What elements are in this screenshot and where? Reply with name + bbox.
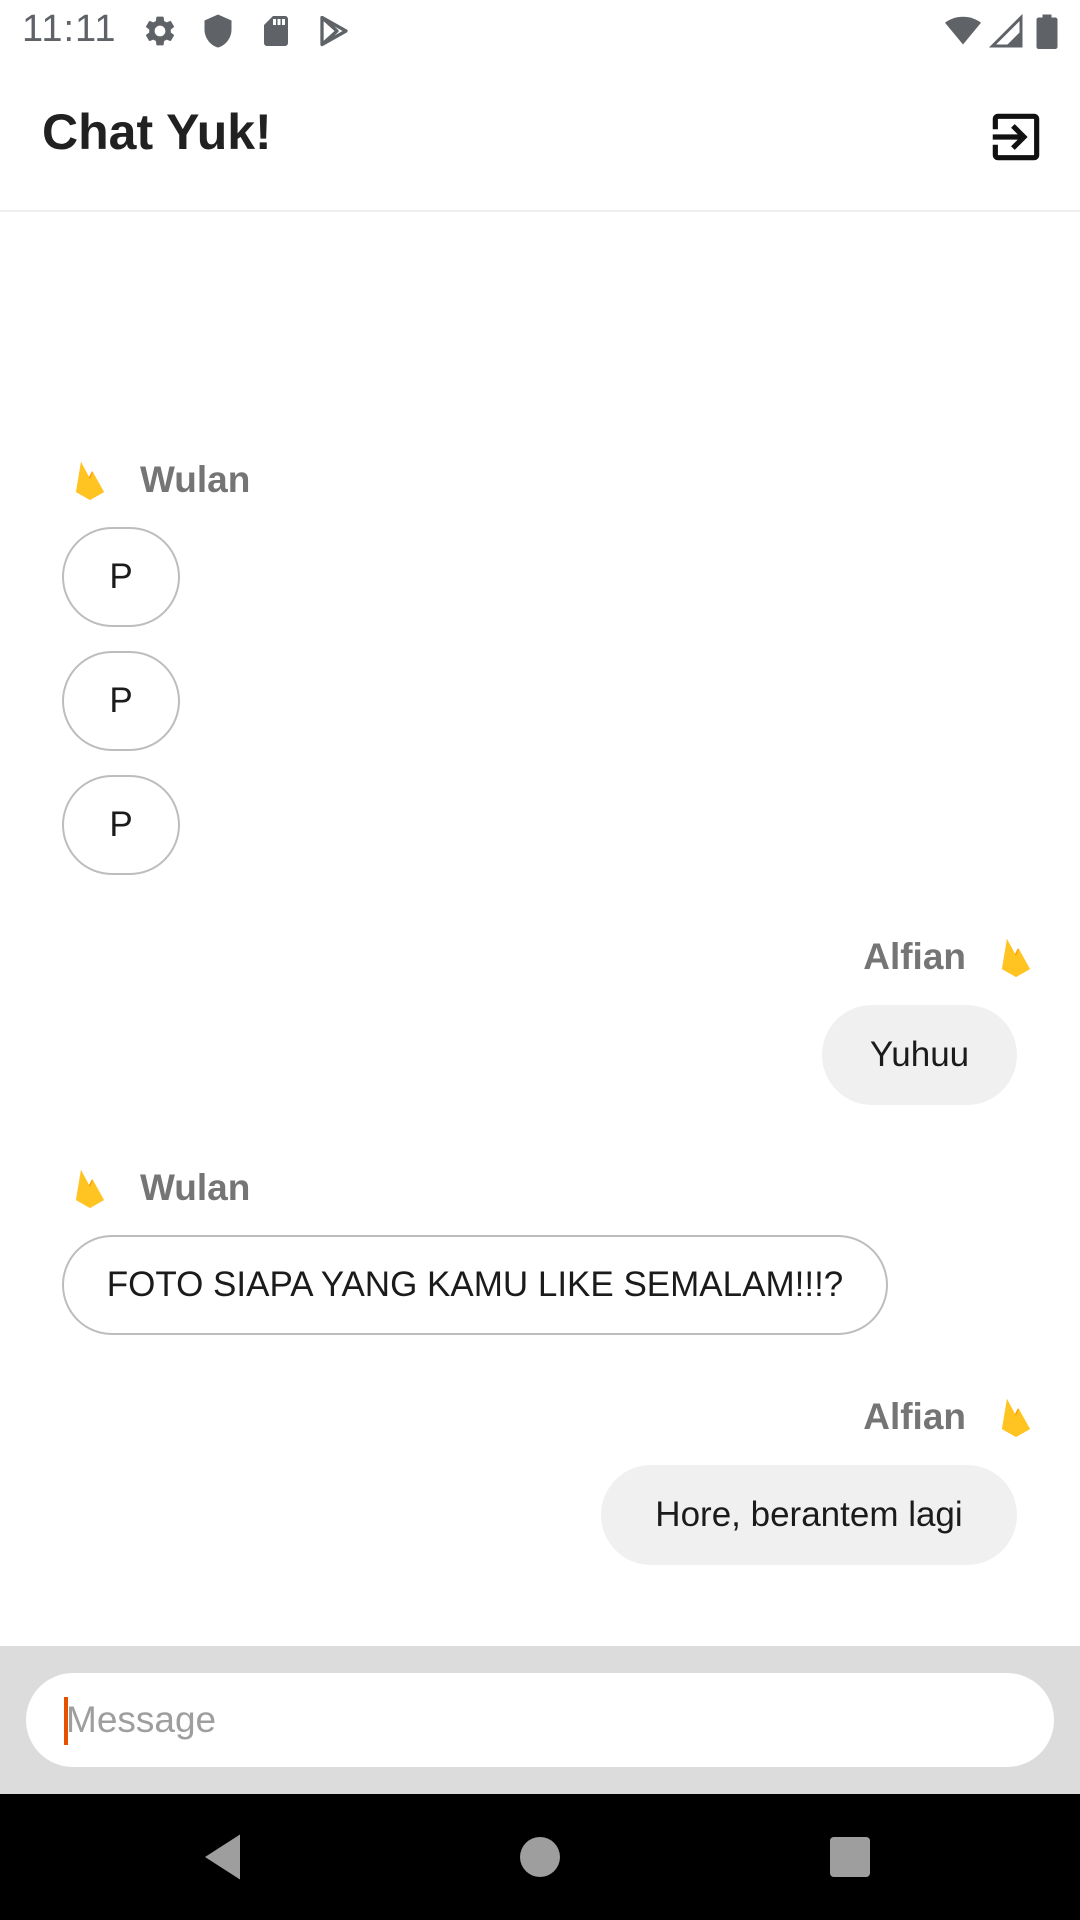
settings-icon bbox=[142, 13, 178, 49]
logout-button[interactable] bbox=[985, 106, 1047, 168]
app-bar: Chat Yuk! bbox=[0, 63, 1080, 212]
message-input[interactable] bbox=[26, 1673, 1054, 1767]
firebase-icon bbox=[74, 460, 106, 500]
status-bar: 11:11 bbox=[0, 0, 1080, 63]
status-time: 11:11 bbox=[22, 8, 117, 50]
text-cursor bbox=[64, 1697, 68, 1745]
message-text: P bbox=[109, 557, 133, 596]
sender-name: Wulan bbox=[140, 1167, 251, 1208]
wifi-icon bbox=[942, 13, 984, 49]
sender-header: Alfian bbox=[863, 932, 1042, 982]
signal-icon bbox=[988, 13, 1024, 49]
message-text: Hore, berantem lagi bbox=[655, 1495, 963, 1534]
sender-header: Alfian bbox=[863, 1392, 1042, 1442]
sender-name: Wulan bbox=[140, 459, 251, 500]
battery-icon bbox=[1032, 13, 1062, 49]
sender-name: Alfian bbox=[863, 1396, 966, 1437]
sd-card-icon bbox=[258, 13, 294, 49]
app-title: Chat Yuk! bbox=[42, 104, 272, 160]
message-bubble[interactable]: Yuhuu bbox=[822, 1005, 1017, 1105]
chat-message-list[interactable]: Wulan P P P Alfian Yuhuu Wulan FOTO SIAP… bbox=[0, 212, 1080, 1646]
system-nav-bar bbox=[0, 1794, 1080, 1920]
logout-icon bbox=[992, 113, 1040, 161]
chat-screen: 11:11 Chat Yuk! Wulan P P P Alfian Yuhuu… bbox=[0, 0, 1080, 1920]
firebase-icon bbox=[1000, 937, 1032, 977]
shield-icon bbox=[200, 13, 236, 49]
message-bubble[interactable]: Hore, berantem lagi bbox=[601, 1465, 1017, 1565]
back-button[interactable] bbox=[195, 1827, 255, 1887]
message-bubble[interactable]: P bbox=[62, 651, 180, 751]
home-button[interactable] bbox=[510, 1827, 570, 1887]
recents-icon bbox=[830, 1837, 870, 1877]
message-text: Yuhuu bbox=[869, 1035, 970, 1074]
message-bubble[interactable]: P bbox=[62, 527, 180, 627]
play-store-icon bbox=[316, 13, 352, 49]
message-text: FOTO SIAPA YANG KAMU LIKE SEMALAM!!!? bbox=[106, 1265, 844, 1304]
sender-header: Wulan bbox=[60, 455, 250, 505]
message-composer bbox=[0, 1646, 1080, 1794]
message-text: P bbox=[109, 681, 133, 720]
firebase-icon bbox=[1000, 1397, 1032, 1437]
message-bubble[interactable]: P bbox=[62, 775, 180, 875]
sender-name: Alfian bbox=[863, 936, 966, 977]
message-bubble[interactable]: FOTO SIAPA YANG KAMU LIKE SEMALAM!!!? bbox=[62, 1235, 888, 1335]
back-icon bbox=[205, 1834, 240, 1880]
firebase-icon bbox=[74, 1168, 106, 1208]
recents-button[interactable] bbox=[820, 1827, 880, 1887]
sender-header: Wulan bbox=[60, 1163, 250, 1213]
message-text: P bbox=[109, 805, 133, 844]
home-icon bbox=[520, 1837, 560, 1877]
